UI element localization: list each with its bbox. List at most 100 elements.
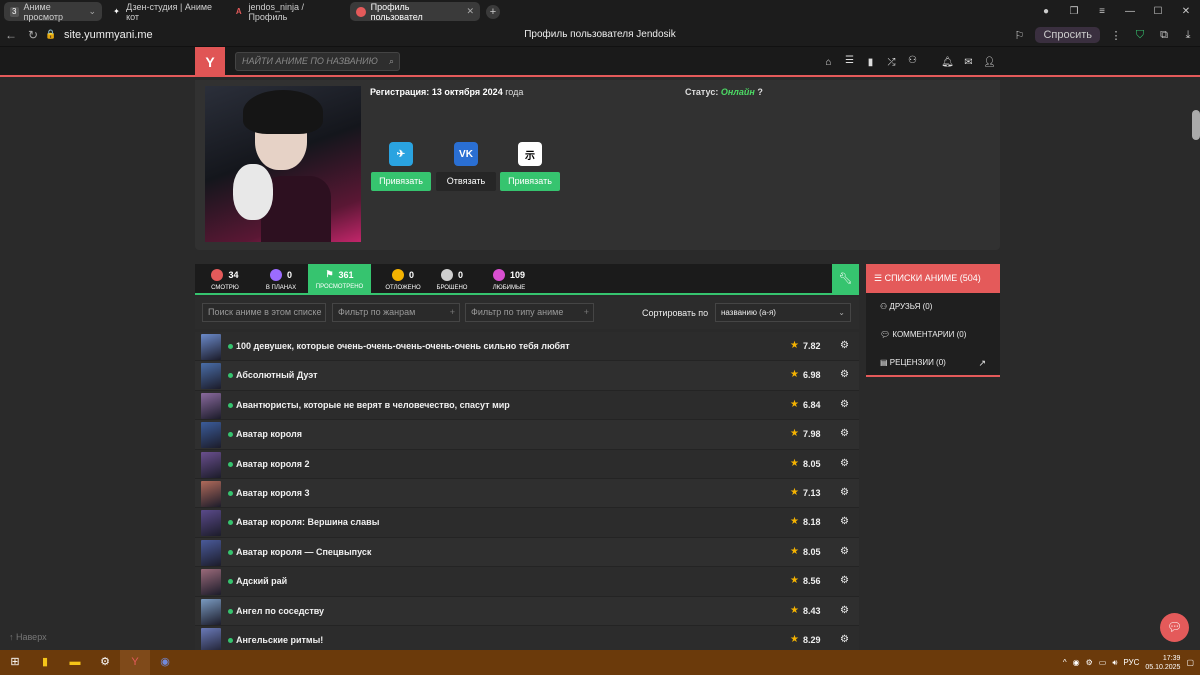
gear-icon[interactable]: ⚙ (840, 458, 849, 469)
sidebar-item-comments[interactable]: 💬︎ КОММЕНТАРИИ (0) (866, 321, 1000, 349)
anime-title[interactable]: Аватар короля: Вершина славы (236, 517, 379, 527)
tray-chevron-icon[interactable]: ^ (1063, 658, 1067, 667)
anime-poster[interactable] (201, 422, 221, 449)
clock[interactable]: 17:39 05.10.2025 (1145, 654, 1180, 672)
lock-icon[interactable]: 🔒 (44, 29, 58, 40)
anime-poster[interactable] (201, 451, 221, 478)
maximize-icon[interactable]: ☐ (1144, 6, 1172, 17)
anime-title[interactable]: Адский рай (236, 576, 287, 586)
anime-poster[interactable] (201, 569, 221, 596)
bell-icon[interactable]: 🔔︎ (937, 57, 958, 68)
anime-row[interactable]: Адский рай ★ 8.56 ⚙ (195, 567, 859, 597)
site-logo[interactable]: Y (195, 47, 225, 77)
counter-dropped[interactable]: 0 БРОШЕНО (422, 264, 482, 295)
network-icon[interactable]: ▭ (1099, 658, 1107, 667)
windows-start-icon[interactable]: ⊞ (0, 650, 30, 675)
list-search-input[interactable]: Поиск аниме в этом списке (202, 303, 326, 322)
mail-icon[interactable]: ✉ (958, 57, 979, 68)
sidebar-item-friends[interactable]: ⚇ ДРУЗЬЯ (0) (866, 293, 1000, 321)
gear-icon[interactable]: ⚙ (840, 516, 849, 527)
new-tab-button[interactable]: + (486, 4, 500, 19)
scrollbar-thumb[interactable] (1192, 110, 1200, 140)
url-text[interactable]: site.yummyani.me (64, 29, 153, 41)
anime-poster[interactable] (201, 480, 221, 507)
anime-row[interactable]: Аватар короля ★ 7.98 ⚙ (195, 420, 859, 450)
volume-icon[interactable]: 🔊︎ (1112, 658, 1117, 668)
type-filter[interactable]: Фильтр по типу аниме + (465, 303, 594, 322)
anime-poster[interactable] (201, 363, 221, 390)
chevron-down-icon[interactable]: ⌄ (88, 6, 96, 17)
minimize-icon[interactable]: — (1116, 6, 1144, 17)
anime-row[interactable]: Аватар короля 3 ★ 7.13 ⚙ (195, 478, 859, 509)
more-icon[interactable]: ⋮ (1104, 29, 1128, 42)
anime-title[interactable]: Аватар короля (236, 429, 302, 439)
list-icon[interactable]: ☰ (839, 47, 860, 77)
shikimori-bind-button[interactable]: Привязать (500, 172, 560, 191)
anime-row[interactable]: Абсолютный Дуэт ★ 6.98 ⚙ (195, 361, 859, 391)
discord-icon[interactable]: ◉ (150, 650, 180, 675)
gear-icon[interactable]: ⚙ (840, 399, 849, 410)
counter-completed[interactable]: ⚑ 361 ПРОСМОТРЕНО (308, 264, 371, 295)
anime-row[interactable]: 100 девушек, которые очень-очень-очень-о… (195, 332, 859, 362)
anime-row[interactable]: Ангельские ритмы! ★ 8.29 ⚙ (195, 625, 859, 650)
yandex-browser-icon[interactable]: Y (120, 650, 150, 675)
anime-title[interactable]: Аватар короля 3 (236, 488, 309, 498)
app-icon[interactable]: ▮ (30, 650, 60, 675)
gear-icon[interactable]: ⚙ (840, 428, 849, 439)
help-icon[interactable]: ? (757, 87, 763, 97)
anime-row[interactable]: Аватар короля — Спецвыпуск ★ 8.05 ⚙ (195, 537, 859, 568)
anime-title[interactable]: 100 девушек, которые очень-очень-очень-о… (236, 341, 570, 351)
stats-icon[interactable]: ▮ (860, 57, 881, 68)
explorer-icon[interactable]: ▬ (60, 650, 90, 675)
external-link-icon[interactable]: ↗ (978, 349, 986, 377)
sort-select[interactable]: названию (а-я) ⌄ (715, 303, 851, 322)
close-window-icon[interactable]: ✕ (1172, 6, 1200, 17)
browser-tab[interactable]: A jendos_ninja / Профиль (228, 2, 346, 22)
wrench-icon[interactable]: 🔧︎ (832, 264, 859, 295)
gear-icon[interactable]: ⚙ (840, 546, 849, 557)
anime-poster[interactable] (201, 627, 221, 650)
shield-icon[interactable]: ⛉ (1128, 29, 1152, 42)
counter-planned[interactable]: 0 В ПЛАНАХ (251, 264, 311, 295)
download-icon[interactable]: ⤓ (1176, 29, 1200, 42)
notifications-icon[interactable]: ▢ (1186, 658, 1194, 667)
gear-icon[interactable]: ⚙ (840, 605, 849, 616)
vk-unbind-button[interactable]: Отвязать (436, 172, 496, 191)
close-icon[interactable]: ✕ (466, 6, 474, 17)
bookmark-icon[interactable]: ⚐ (1007, 29, 1031, 42)
anime-row[interactable]: Авантюристы, которые не верят в человече… (195, 390, 859, 421)
steam-tray-icon[interactable]: ⚙ (1086, 658, 1093, 667)
back-icon[interactable]: ← (0, 28, 22, 42)
back-to-top-link[interactable]: ↑ Наверх (9, 632, 47, 642)
extensions-icon[interactable]: ⧉ (1152, 29, 1176, 42)
anime-poster[interactable] (201, 598, 221, 625)
counter-favorites[interactable]: 109 ЛЮБИМЫЕ (479, 264, 539, 295)
anime-title[interactable]: Аватар короля — Спецвыпуск (236, 547, 371, 557)
search-icon[interactable]: ⌕ (389, 53, 394, 70)
discord-tray-icon[interactable]: ◉ (1073, 658, 1080, 667)
telegram-bind-button[interactable]: Привязать (371, 172, 431, 191)
shuffle-icon[interactable]: ⤮ (881, 57, 902, 68)
chat-icon[interactable]: 💬︎ (1160, 613, 1189, 642)
user-icon[interactable]: 👤︎ (979, 57, 1000, 68)
anime-title[interactable]: Авантюристы, которые не верят в человече… (236, 400, 510, 410)
anime-title[interactable]: Аватар короля 2 (236, 459, 309, 469)
collections-icon[interactable]: ❐ (1060, 6, 1088, 17)
counter-watching[interactable]: 34 СМОТРЮ (195, 264, 255, 295)
anime-row[interactable]: Аватар короля 2 ★ 8.05 ⚙ (195, 449, 859, 479)
reload-icon[interactable]: ↻ (22, 28, 44, 42)
anime-title[interactable]: Ангел по соседству (236, 606, 324, 616)
anime-poster[interactable] (201, 334, 221, 360)
menu-icon[interactable]: ≡ (1088, 6, 1116, 17)
language-indicator[interactable]: РУС (1123, 658, 1139, 667)
gear-icon[interactable]: ⚙ (840, 575, 849, 586)
browser-tab-active[interactable]: Профиль пользовател ✕ (350, 2, 480, 22)
anime-title[interactable]: Абсолютный Дуэт (236, 370, 318, 380)
anime-title[interactable]: Ангельские ритмы! (236, 635, 323, 645)
gear-icon[interactable]: ⚙ (840, 634, 849, 645)
steam-icon[interactable]: ⚙ (90, 650, 120, 675)
gear-icon[interactable]: ⚙ (840, 487, 849, 498)
anime-poster[interactable] (201, 510, 221, 537)
ask-button[interactable]: Спросить (1035, 27, 1100, 43)
gear-icon[interactable]: ⚙ (840, 369, 849, 380)
